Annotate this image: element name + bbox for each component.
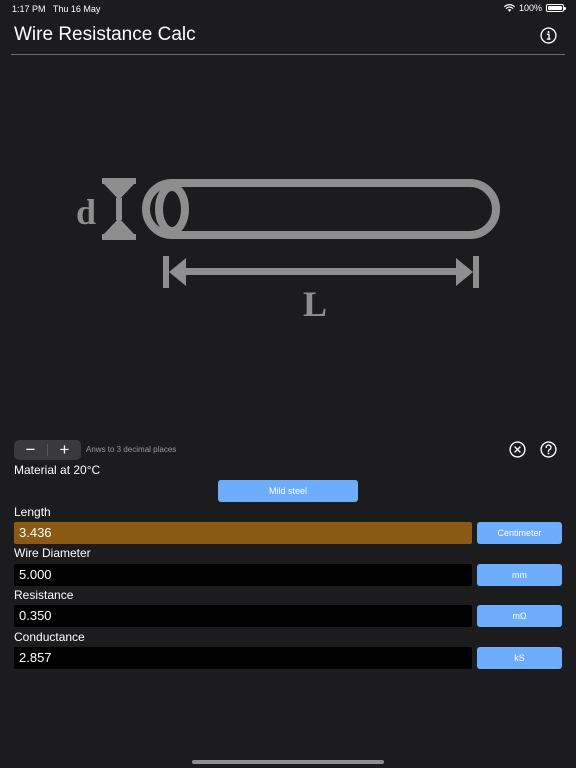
- info-circle-icon[interactable]: [540, 27, 557, 44]
- length-input[interactable]: 3.436: [14, 522, 472, 544]
- battery-percent: 100%: [518, 3, 542, 13]
- precision-text: Anws to 3 decimal places: [86, 445, 177, 454]
- diameter-label: d: [76, 192, 96, 232]
- decrement-button[interactable]: −: [14, 440, 47, 460]
- status-bar: 1:17 PM Thu 16 May 100%: [0, 0, 576, 16]
- status-right: 100%: [504, 3, 566, 13]
- wire-tube: [142, 179, 500, 239]
- conductance-label-text: Conductance: [14, 630, 85, 644]
- question-circle-icon[interactable]: [540, 441, 557, 458]
- increment-button[interactable]: +: [48, 440, 81, 460]
- wifi-icon: [504, 4, 515, 12]
- diameter-input[interactable]: 5.000: [14, 564, 472, 586]
- length-label-text: Length: [14, 505, 51, 519]
- diameter-label-text: Wire Diameter: [14, 546, 91, 560]
- home-indicator[interactable]: [192, 760, 384, 764]
- status-time-date: 1:17 PM Thu 16 May: [12, 4, 101, 14]
- resistance-label-text: Resistance: [14, 588, 74, 602]
- header-divider: [11, 54, 565, 55]
- material-select-button[interactable]: Mild steel: [218, 480, 358, 502]
- conductance-unit-button[interactable]: kS: [477, 647, 562, 669]
- battery-fill: [548, 6, 562, 10]
- page-title: Wire Resistance Calc: [14, 24, 196, 45]
- resistance-unit-button[interactable]: mΩ: [477, 605, 562, 627]
- resistance-input[interactable]: 0.350: [14, 605, 472, 627]
- diameter-arrow: [102, 178, 136, 240]
- wire-diagram: d L: [76, 178, 500, 324]
- diameter-unit-button[interactable]: mm: [477, 564, 562, 586]
- length-label: L: [303, 284, 327, 324]
- length-unit-button[interactable]: Centimeter: [477, 522, 562, 544]
- close-circle-icon[interactable]: [509, 441, 526, 458]
- precision-stepper[interactable]: − +: [14, 440, 81, 460]
- material-label: Material at 20°C: [14, 463, 101, 477]
- conductance-input[interactable]: 2.857: [14, 647, 472, 669]
- battery-icon: [546, 4, 566, 12]
